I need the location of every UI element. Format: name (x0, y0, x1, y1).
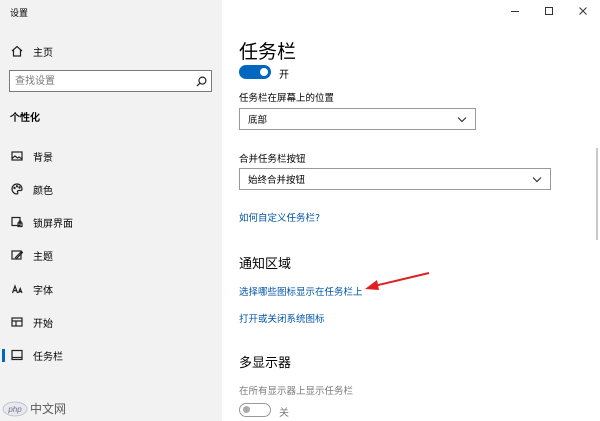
section-label: 个性化 (10, 113, 40, 124)
sidebar-item-themes[interactable]: 主题 (0, 241, 222, 269)
sidebar-item-home[interactable]: 主页 (0, 37, 222, 65)
search-input[interactable] (10, 72, 191, 90)
watermark: php 中文网 (2, 400, 66, 417)
close-icon (579, 7, 587, 15)
show-all-displays-toggle-label: 关 (279, 408, 289, 419)
notification-area-title: 通知区域 (239, 257, 292, 272)
maximize-icon (545, 7, 553, 15)
sidebar-item-label: 主题 (33, 251, 53, 263)
select-icons-link[interactable]: 选择哪些图标显示在任务栏上 (239, 284, 363, 298)
taskbar-toggle-label: 开 (279, 70, 289, 81)
watermark-brand: php (7, 405, 22, 414)
combine-label: 合并任务栏按钮 (239, 154, 306, 165)
palette-icon (10, 182, 24, 196)
system-icons-link[interactable]: 打开或关闭系统图标 (239, 311, 325, 325)
customize-taskbar-link[interactable]: 如何自定义任务栏? (239, 210, 320, 224)
font-icon (10, 282, 24, 296)
maximize-button[interactable] (532, 0, 566, 22)
window-title: 设置 (10, 9, 29, 19)
sidebar-item-label: 颜色 (33, 185, 53, 197)
taskbar-toggle[interactable] (239, 65, 271, 79)
chevron-down-icon (457, 116, 467, 122)
active-indicator (2, 349, 5, 362)
theme-icon (10, 248, 24, 262)
sidebar-item-colors[interactable]: 颜色 (0, 175, 222, 203)
combine-dropdown[interactable]: 始终合并按钮 (239, 168, 551, 190)
search-box[interactable] (9, 70, 212, 92)
sidebar-item-label: 字体 (33, 285, 53, 297)
sidebar-item-label: 锁屏界面 (33, 218, 73, 230)
position-value: 底部 (248, 115, 268, 126)
window-controls (498, 0, 600, 22)
php-logo-icon: php (2, 401, 28, 416)
sidebar-item-start[interactable]: 开始 (0, 308, 222, 336)
home-icon (10, 44, 24, 58)
minimize-icon (511, 11, 519, 12)
page-title: 任务栏 (239, 41, 297, 63)
sidebar-item-lock-screen[interactable]: 锁屏界面 (0, 208, 222, 236)
sidebar-item-background[interactable]: 背景 (0, 142, 222, 170)
close-button[interactable] (566, 0, 600, 22)
image-icon (10, 149, 24, 163)
show-all-displays-label: 在所有显示器上显示任务栏 (239, 386, 354, 397)
sidebar-item-taskbar[interactable]: 任务栏 (0, 341, 222, 369)
show-all-displays-toggle[interactable] (239, 403, 271, 417)
multiple-displays-title: 多显示器 (239, 356, 292, 371)
combine-value: 始终合并按钮 (248, 175, 306, 186)
sidebar-item-fonts[interactable]: 字体 (0, 275, 222, 303)
position-dropdown[interactable]: 底部 (239, 108, 476, 130)
sidebar-item-label: 任务栏 (33, 351, 63, 363)
position-label: 任务栏在屏幕上的位置 (239, 93, 335, 104)
taskbar-icon (10, 348, 24, 362)
scrollbar[interactable] (596, 148, 598, 240)
start-icon (10, 315, 24, 329)
minimize-button[interactable] (498, 0, 532, 22)
annotation-arrow (365, 272, 430, 290)
sidebar-item-label: 背景 (33, 152, 53, 164)
sidebar-item-label: 开始 (33, 318, 53, 330)
sidebar-item-label: 主页 (33, 47, 53, 59)
main-content: 任务栏 开 任务栏在屏幕上的位置 底部 合并任务栏按钮 始终合并按钮 如何自定义… (222, 0, 600, 421)
lock-screen-icon (10, 215, 24, 229)
watermark-text: 中文网 (30, 402, 67, 416)
chevron-down-icon (532, 176, 542, 182)
search-icon[interactable] (191, 71, 211, 91)
sidebar: 设置 主页 个性化 背景 颜色 锁屏界面 主题 (0, 0, 222, 421)
